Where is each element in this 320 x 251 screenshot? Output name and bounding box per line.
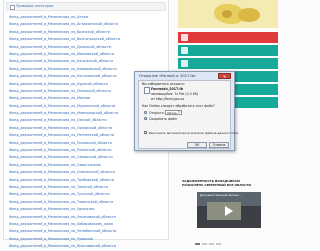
carousel-dot[interactable] [216,243,221,245]
list-item[interactable]: Фонд_держателей_в_Мелекесова_по_Тульской… [9,191,120,198]
map-region-shape [238,8,260,22]
file-source: из http://fond.gov.ua [151,97,185,101]
link-list: Фонд_держателей_в_Мелекесова_по_Алтаю Фон… [9,14,120,251]
carousel-dot[interactable] [195,243,200,245]
list-item[interactable]: Фонд_держателей_в_Мелекесова_по_Рязанско… [9,147,120,154]
list-item[interactable]: Фонд_держателей_в_Мелекесова_по_Чувашии [9,236,120,243]
open-file-dialog: Открытие «Fonrodi.rc 2017.fb» ✕ Вы собир… [134,71,239,151]
list-item[interactable]: Фонд_держателей_в_Мелекесова_по_Новгород… [9,110,120,117]
list-item[interactable]: Фонд_держателей_в_Мелекесова_по_Калужско… [9,58,120,65]
close-button[interactable]: ✕ [218,73,231,79]
list-item[interactable]: Фонд_держателей_в_Мелекесова_по_Курской_… [9,81,120,88]
remember-checkbox[interactable] [144,131,147,134]
open-with-radio[interactable] [144,111,147,114]
list-item[interactable]: Фонд_держателей_в_Мелекесова_по_Удмуртии [9,206,120,213]
menu-tile[interactable] [178,58,278,69]
list-item[interactable]: Фонд_держателей_в_Мелекесова_по_Ивановск… [9,51,120,58]
open-with-label: Открыть в [149,110,167,115]
open-with-select[interactable]: Обзор... ▾ [165,110,182,115]
list-item[interactable]: Фонд_держателей_в_Мелекесова_по_Смоленск… [9,169,120,176]
list-header-title: Правовые категории [16,4,54,8]
list-item[interactable]: Фонд_держателей_в_Мелекесова_по_Брянской… [9,29,120,36]
list-item[interactable]: Фонд_держателей_в_Мелекесова_по_Костромс… [9,73,120,80]
map-region-shape [222,10,232,18]
tile-icon [181,47,188,54]
carousel-dot[interactable] [209,243,214,245]
dialog-body: Вы собираетесь открыть: Fonrodsh_2017.fb… [138,80,239,149]
list-item[interactable]: Фонд_держателей_в_Мелекесова_по_Хабаровс… [9,221,120,228]
list-item[interactable]: Фонд_держателей_в_Мелекесова_по_Челябинс… [9,228,120,235]
list-item[interactable]: Фонд_держателей_в_Мелекесова_по_Кемеровс… [9,66,120,73]
map-banner[interactable] [178,0,278,28]
list-item[interactable]: Фонд_держателей_в_Мелекесова_по_Ярославс… [9,243,120,250]
list-item[interactable]: Фонд_держателей_в_Мелекесова_по_Тюменско… [9,199,120,206]
tile-icon [181,60,188,67]
file-name: Fonrodsh_2017.fb [151,87,184,91]
list-item[interactable]: Фонд_держателей_в_Мелекесова_по_Волгогра… [9,36,120,43]
menu-tile[interactable] [178,45,278,56]
file-type: являющийся: 7z File (2,0 KБ) [151,92,199,96]
save-file-label: Сохранить файл [149,116,177,121]
list-item[interactable]: Фонд_держателей_в_Мелекесова_по_Москве [9,95,120,102]
news-title[interactable]: ЗАДОЛЖЕННОСТЬ ВКЛАДЧИКАМ НАЧИСЛЕНА СВЕРЕ… [182,179,256,187]
save-file-radio[interactable] [144,117,147,120]
ok-button[interactable]: OK [187,142,207,148]
list-item[interactable]: Фонд_держателей_в_Мелекесова_по_Тамбовск… [9,177,120,184]
list-item[interactable]: Фонд_держателей_в_Мелекесова_по_Алтаю [9,14,120,21]
file-icon [144,87,150,94]
video-thumbnail[interactable]: Документальный фильм... [197,192,261,228]
list-item[interactable]: Фонд_держателей_в_Мелекесова_по_Псковско… [9,140,120,147]
list-item[interactable]: Фонд_держателей_в_Мелекесова_по_Астрахан… [9,21,120,28]
thumbnail-building [207,202,241,220]
list-item[interactable]: Фонд_держателей_в_Мелекесова_по_Донецкой… [9,44,120,51]
list-item[interactable]: Фонд_держателей_в_Мелекесова_по_Самарско… [9,154,120,161]
remember-label: Выполнять автоматически для всех файлов … [149,130,239,135]
list-item[interactable]: Фонд_держателей_в_Мелекесова_по_Севастоп… [9,162,120,169]
list-item[interactable]: Фонд_держателей_в_Мелекесова_по_Омской_о… [9,117,120,124]
menu-tile[interactable] [178,32,278,43]
play-icon[interactable] [225,206,233,216]
list-item[interactable]: Фонд_держателей_в_Мелекесова_по_Пензенск… [9,132,120,139]
list-item[interactable]: Фонд_держателей_в_Мелекесова_по_Ульяновс… [9,214,120,221]
video-caption: Документальный фильм... [200,193,242,197]
dialog-title: Открытие «Fonrodi.rc 2017.fb» [139,74,197,78]
list-item[interactable]: Фонд_держателей_в_Мелекесова_по_Орловско… [9,125,120,132]
list-header: Правовые категории [6,2,166,11]
list-item[interactable]: Фонд_держателей_в_Мелекесова_по_Липецкой… [9,88,120,95]
tile-icon [181,34,188,41]
cancel-button[interactable]: Отмена [209,142,229,148]
header-checkbox[interactable] [10,5,15,10]
list-item[interactable]: Фонд_держателей_в_Мелекесова_по_Томской_… [9,184,120,191]
carousel-dot[interactable] [202,243,207,245]
list-item[interactable]: Фонд_держателей_в_Мелекесова_по_Мурманск… [9,103,120,110]
dialog-question: Как Firefox следует обработать этот файл… [142,104,215,108]
chevron-down-icon: ▾ [178,110,180,114]
dialog-intro: Вы собираетесь открыть: [142,82,185,86]
